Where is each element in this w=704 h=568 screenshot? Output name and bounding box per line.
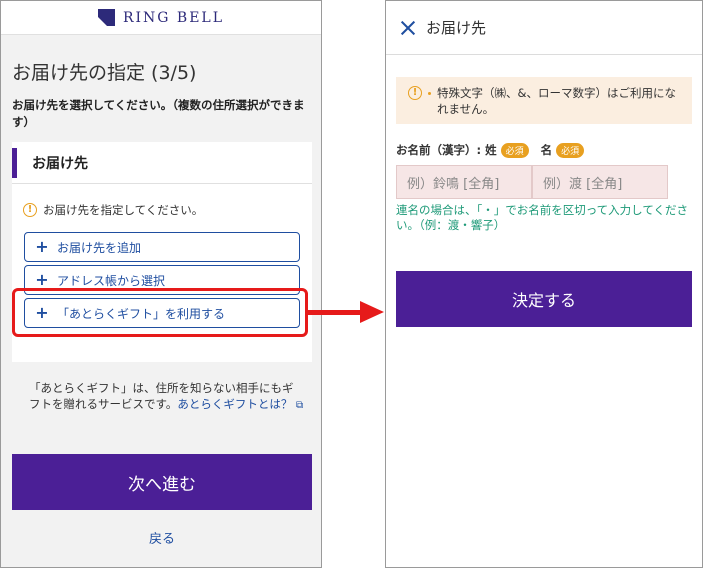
required-badge: 必須	[556, 142, 585, 158]
page-description: お届け先を選択してください。（複数の住所選択ができます）	[12, 98, 305, 129]
arrow-right-icon	[360, 301, 384, 323]
card-header: お届け先	[12, 142, 312, 184]
last-name-label: お名前（漢字）: 姓	[396, 143, 497, 157]
form-header: お届け先	[386, 1, 702, 55]
delivery-notice: ! お届け先を指定してください。	[23, 202, 203, 218]
add-address-button[interactable]: + お届け先を追加	[24, 232, 300, 262]
joint-name-hint: 連名の場合は、「・」でお名前を区切って入力してください。（例：渡・響子）	[396, 203, 688, 232]
first-name-label: 名	[540, 143, 553, 157]
notice-text: お届け先を指定してください。	[43, 203, 204, 217]
special-char-alert: ! 特殊文字（㈱、&、ローマ数字）はご利用になれません。	[396, 77, 692, 124]
delivery-form-screen: お届け先 ! 特殊文字（㈱、&、ローマ数字）はご利用になれません。 お名前（漢字…	[385, 0, 703, 568]
ringbell-logo[interactable]: RING BELL	[97, 9, 225, 26]
highlight-box	[12, 288, 308, 337]
last-name-input[interactable]: 例）鈴鳴 [全角]	[396, 165, 532, 199]
name-labels: お名前（漢字）: 姓 必須 名 必須	[396, 142, 596, 158]
warning-icon: !	[408, 86, 422, 100]
alert-text: 特殊文字（㈱、&、ローマ数字）はご利用になれません。	[437, 86, 676, 116]
arrow-shaft	[306, 310, 362, 315]
add-address-label: お届け先を追加	[57, 240, 142, 255]
close-icon[interactable]	[400, 20, 416, 36]
back-link[interactable]: 戻る	[1, 528, 321, 547]
comparison-screenshot: RING BELL お届け先の指定 (3/5) お届け先を選択してください。（複…	[0, 0, 704, 568]
warning-icon: !	[23, 203, 37, 217]
submit-button[interactable]: 決定する	[396, 271, 692, 327]
address-book-label: アドレス帳から選択	[57, 273, 166, 288]
plus-icon: +	[35, 270, 49, 289]
card-title: お届け先	[32, 155, 88, 172]
next-button[interactable]: 次へ進む	[12, 454, 312, 510]
name-inputs: 例）鈴鳴 [全角] 例）渡 [全角]	[396, 165, 668, 199]
atoraku-about-link[interactable]: あとらくギフトとは？	[177, 397, 292, 411]
site-header: RING BELL	[1, 1, 321, 35]
external-link-icon: ⧉	[296, 400, 304, 411]
card-accent-bar	[12, 147, 17, 178]
atoraku-intro: 「あとらくギフト」は、住所を知らない相手にもギフトを贈れるサービスです。あとらく…	[29, 380, 304, 414]
logo-text: RING BELL	[122, 9, 225, 26]
first-name-input[interactable]: 例）渡 [全角]	[532, 165, 668, 199]
form-title: お届け先	[426, 19, 487, 37]
page-title: お届け先の指定 (3/5)	[12, 62, 197, 84]
required-badge: 必須	[500, 142, 529, 158]
bullet-icon	[428, 92, 431, 95]
plus-icon: +	[35, 237, 49, 256]
logo-mark-icon	[97, 9, 115, 26]
delivery-selection-screen: RING BELL お届け先の指定 (3/5) お届け先を選択してください。（複…	[0, 0, 322, 568]
